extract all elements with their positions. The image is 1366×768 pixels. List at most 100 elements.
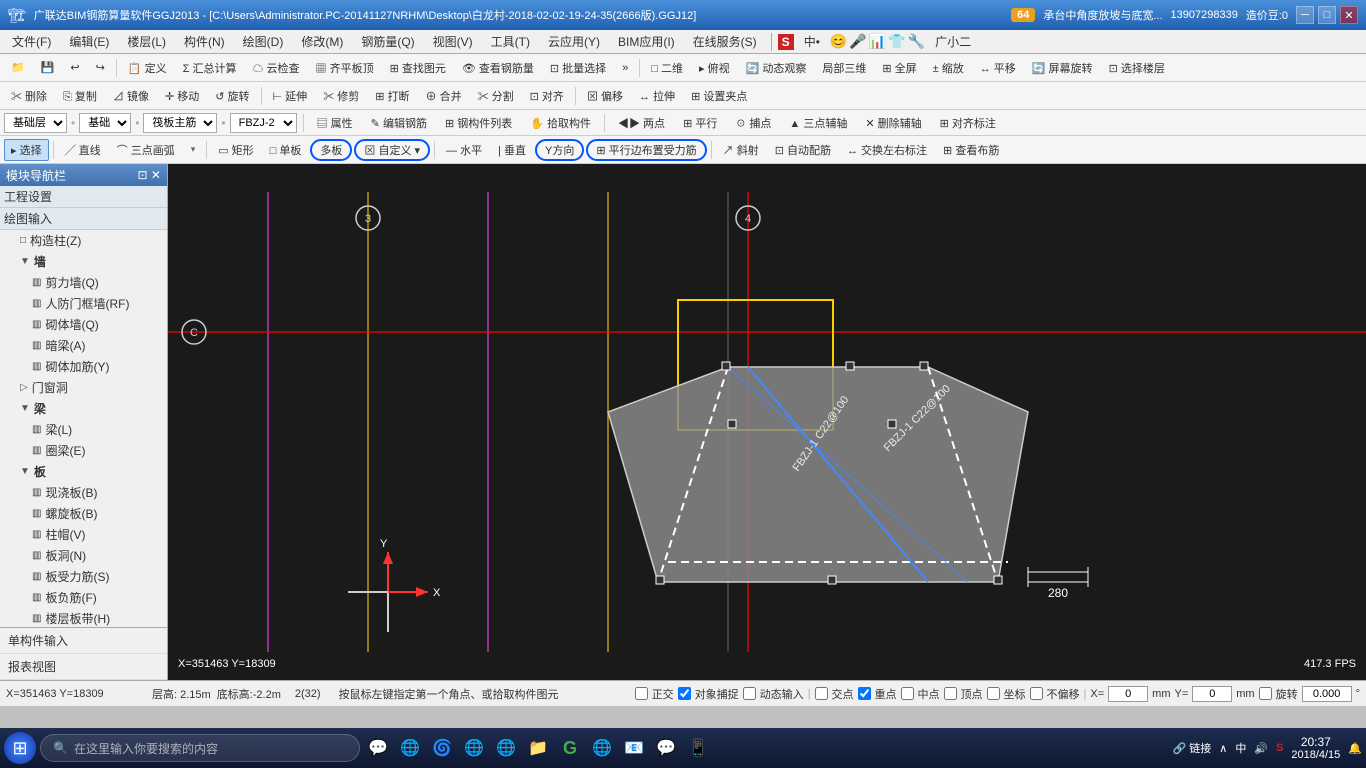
sidebar-item-hidden-beam[interactable]: ▥ 暗梁(A) — [0, 335, 167, 356]
y-direction-btn[interactable]: Y方向 — [535, 139, 584, 161]
menu-element[interactable]: 构件(N) — [176, 31, 233, 52]
custom-btn[interactable]: ⊠ 自定义 ▾ — [354, 139, 430, 161]
sidebar-item-draw-input[interactable]: 绘图输入 — [0, 208, 167, 230]
mic-icon[interactable]: 🎤 — [849, 33, 866, 50]
rotate-input[interactable] — [1302, 686, 1352, 702]
break-btn[interactable]: ⊞ 打断 — [368, 85, 416, 107]
arc-dropdown[interactable]: ▾ — [184, 141, 203, 158]
parallel-btn[interactable]: ⊞ 平行 — [676, 112, 724, 134]
chart-icon[interactable]: 📊 — [869, 33, 886, 50]
sidebar-item-door-window[interactable]: ▷ 门窗洞 — [0, 377, 167, 398]
tool-icon[interactable]: 🔧 — [908, 33, 925, 50]
taskbar-app-8[interactable]: 📧 — [620, 734, 648, 762]
menu-assistant[interactable]: 广小二 — [927, 31, 979, 52]
sidebar-item-beam[interactable]: ▥ 梁(L) — [0, 419, 167, 440]
extend-btn[interactable]: ⊢ 延伸 — [266, 85, 315, 107]
sidebar-item-ring-beam[interactable]: ▥ 圈梁(E) — [0, 440, 167, 461]
batch-select-btn[interactable]: ⊡ 批量选择 — [543, 57, 613, 79]
pan-btn[interactable]: ↔ 平移 — [973, 57, 1023, 79]
redo-btn[interactable]: ↪ — [89, 58, 112, 77]
minimize-button[interactable]: ─ — [1296, 6, 1314, 24]
more-btn[interactable]: » — [615, 59, 635, 77]
three-axis-btn[interactable]: ▲ 三点辅轴 — [782, 112, 854, 134]
s-tray-icon[interactable]: S — [1276, 742, 1283, 754]
restore-button[interactable]: □ — [1318, 6, 1336, 24]
rect-btn[interactable]: ▭ 矩形 — [211, 139, 260, 161]
snap-check[interactable] — [678, 687, 691, 700]
sidebar-item-structural-column[interactable]: □ 构造柱(Z) — [0, 230, 167, 251]
wall-arrow[interactable]: ▼ — [20, 256, 30, 267]
single-element-input[interactable]: 单构件输入 — [0, 628, 167, 654]
vertex-check[interactable] — [944, 687, 957, 700]
cloud-check-btn[interactable]: ☁ 云检查 — [245, 57, 306, 79]
merge-btn[interactable]: ⊕ 合并 — [419, 85, 469, 107]
rotate-btn[interactable]: ↺ 旋转 — [208, 85, 256, 107]
mirror-btn[interactable]: ⊿ 镜像 — [106, 85, 156, 107]
taskbar-app-9[interactable]: 💬 — [652, 734, 680, 762]
line-btn[interactable]: ╱ 直线 — [58, 139, 108, 161]
steel-list-btn[interactable]: ⊞ 钢构件列表 — [438, 112, 519, 134]
vertical-btn[interactable]: | 垂直 — [491, 139, 533, 161]
copy-btn[interactable]: ⎘ 复制 — [56, 85, 104, 107]
sublayer-select[interactable]: 基础 — [79, 113, 131, 133]
fullscreen-btn[interactable]: ⊞ 全屏 — [875, 57, 923, 79]
sidebar-controls[interactable]: ⊡ ✕ — [138, 168, 161, 182]
ortho-check[interactable] — [635, 687, 648, 700]
menu-floor[interactable]: 楼层(L) — [119, 31, 174, 52]
chevron-up-icon[interactable]: ∧ — [1219, 742, 1227, 755]
sum-btn[interactable]: Σ 汇总计算 — [176, 57, 244, 79]
set-grip-btn[interactable]: ⊞ 设置夹点 — [684, 85, 754, 107]
sidebar-item-slab-rebar[interactable]: ▥ 板受力筋(S) — [0, 566, 167, 587]
taskbar-app-1[interactable]: 💬 — [364, 734, 392, 762]
menu-steel-qty[interactable]: 钢筋量(Q) — [353, 31, 422, 52]
sidebar-item-wall-group[interactable]: ▼ 墙 — [0, 251, 167, 272]
midpt-check[interactable] — [858, 687, 871, 700]
layer-select[interactable]: 基础层 — [4, 113, 67, 133]
align-label-btn[interactable]: ⊞ 对齐标注 — [933, 112, 1003, 134]
parallel-edge-btn[interactable]: ⊞ 平行边布置受力筋 — [586, 139, 706, 161]
emoji1[interactable]: 😊 — [830, 33, 847, 50]
sidebar-item-column-cap[interactable]: ▥ 柱帽(V) — [0, 524, 167, 545]
single-board-btn[interactable]: □ 单板 — [263, 139, 309, 161]
sidebar-item-slab-band[interactable]: ▥ 楼层板带(H) — [0, 608, 167, 627]
define-btn[interactable]: 📋 定义 — [121, 57, 174, 79]
center-check[interactable] — [901, 687, 914, 700]
offset-btn[interactable]: ⊠ 偏移 — [580, 85, 630, 107]
y-input[interactable] — [1192, 686, 1232, 702]
sidebar-item-masonry-wall[interactable]: ▥ 砌体墙(Q) — [0, 314, 167, 335]
menu-online[interactable]: 在线服务(S) — [685, 31, 765, 52]
snap-point-btn[interactable]: ☉ 捕点 — [728, 112, 778, 134]
taskbar-app-7[interactable]: 🌐 — [588, 734, 616, 762]
no-offset-check[interactable] — [1030, 687, 1043, 700]
split-btn[interactable]: ✂ 分割 — [471, 85, 521, 107]
taskbar-app-10[interactable]: 📱 — [684, 734, 712, 762]
notification-icon[interactable]: 🔔 — [1348, 742, 1362, 755]
bar-id-select[interactable]: FBZJ-2 — [230, 113, 297, 133]
two-points-btn[interactable]: ◀▶ 两点 — [611, 112, 672, 134]
open-btn[interactable]: 📁 — [4, 58, 32, 77]
sidebar-item-cast-slab[interactable]: ▥ 现浇板(B) — [0, 482, 167, 503]
taskbar-app-g[interactable]: G — [556, 734, 584, 762]
view-steel-btn[interactable]: 👁 查看钢筋量 — [455, 57, 541, 79]
menu-edit[interactable]: 编辑(E) — [61, 31, 117, 52]
sidebar-item-beam-group[interactable]: ▼ 梁 — [0, 398, 167, 419]
close-button[interactable]: ✕ — [1340, 6, 1358, 24]
view-bar-btn[interactable]: ⊞ 查看布筋 — [936, 139, 1006, 161]
select-btn[interactable]: ▸ 选择 — [4, 139, 49, 161]
trim-btn[interactable]: ✂ 修剪 — [316, 85, 366, 107]
beam-arrow[interactable]: ▼ — [20, 403, 30, 414]
menu-tools[interactable]: 工具(T) — [483, 31, 538, 52]
delete-btn[interactable]: ✂ 删除 — [4, 85, 54, 107]
slab-arrow[interactable]: ▼ — [20, 466, 30, 477]
menu-modify[interactable]: 修改(M) — [293, 31, 351, 52]
save-btn[interactable]: 💾 — [34, 58, 62, 77]
intersection-check[interactable] — [815, 687, 828, 700]
sidebar-item-project-settings[interactable]: 工程设置 — [0, 186, 167, 208]
taskbar-app-6[interactable]: 📁 — [524, 734, 552, 762]
sidebar-item-masonry-bar[interactable]: ▥ 砌体加筋(Y) — [0, 356, 167, 377]
dyn-input-check[interactable] — [743, 687, 756, 700]
shirt-icon[interactable]: 👕 — [888, 33, 905, 50]
align-btn[interactable]: ⊡ 对齐 — [523, 85, 571, 107]
sidebar-item-civil-defense-wall[interactable]: ▥ 人防门框墙(RF) — [0, 293, 167, 314]
arc-btn[interactable]: ⌒ 三点画弧 — [110, 139, 182, 161]
